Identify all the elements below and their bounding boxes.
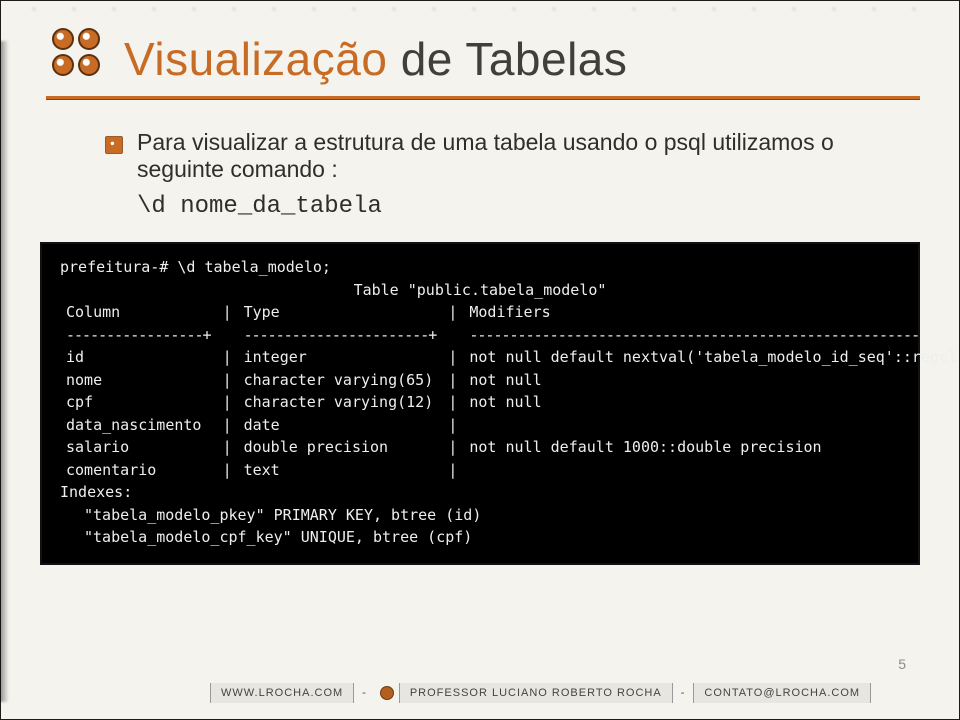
index-line: "tabela_modelo_cpf_key" UNIQUE, btree (c… [60, 526, 900, 549]
slide-title: Visualização de Tabelas [124, 32, 627, 86]
terminal-table: Column | Type | Modifiers --------------… [60, 301, 960, 481]
footer-mail: CONTATO@LROCHA.COM [693, 683, 871, 703]
page-number: 5 [898, 656, 906, 672]
terminal-table-caption: Table "public.tabela_modelo" [60, 279, 900, 302]
bullet-item: Para visualizar a estrutura de uma tabel… [105, 129, 900, 183]
code-example: \d nome_da_tabela [137, 193, 900, 220]
title-part1: Visualização [124, 33, 387, 85]
footer-prof: PROFESSOR LUCIANO ROBERTO ROCHA [399, 683, 673, 703]
terminal-prompt: prefeitura-# \d tabela_modelo; [60, 256, 900, 279]
top-grunge [30, 4, 930, 14]
table-header-row: Column | Type | Modifiers [60, 301, 960, 324]
col-header: Modifiers [469, 303, 550, 321]
indexes-label: Indexes: [60, 481, 900, 504]
table-row: nome|character varying(65)|not null [60, 369, 960, 392]
footer-bar: WWW.LROCHA.COM - PROFESSOR LUCIANO ROBER… [0, 680, 960, 706]
bullet-text: Para visualizar a estrutura de uma tabel… [137, 129, 900, 183]
footer-dot-icon [380, 686, 394, 700]
bullet-icon [105, 136, 123, 154]
footer-site: WWW.LROCHA.COM [210, 683, 354, 703]
table-row: cpf|character varying(12)|not null [60, 391, 960, 414]
logo-dots-icon [52, 28, 100, 76]
content-area: Para visualizar a estrutura de uma tabel… [0, 99, 960, 220]
table-row: salario|double precision|not null defaul… [60, 436, 960, 459]
terminal-output: prefeitura-# \d tabela_modelo; Table "pu… [40, 242, 920, 565]
title-part2: de Tabelas [401, 33, 628, 85]
col-header: Type [244, 303, 280, 321]
table-divider: -----------------+ ---------------------… [60, 324, 960, 347]
table-row: id|integer|not null default nextval('tab… [60, 346, 960, 369]
index-line: "tabela_modelo_pkey" PRIMARY KEY, btree … [60, 504, 900, 527]
col-header: Column [66, 303, 120, 321]
table-row: data_nascimento|date| [60, 414, 960, 437]
table-row: comentario|text| [60, 459, 960, 482]
